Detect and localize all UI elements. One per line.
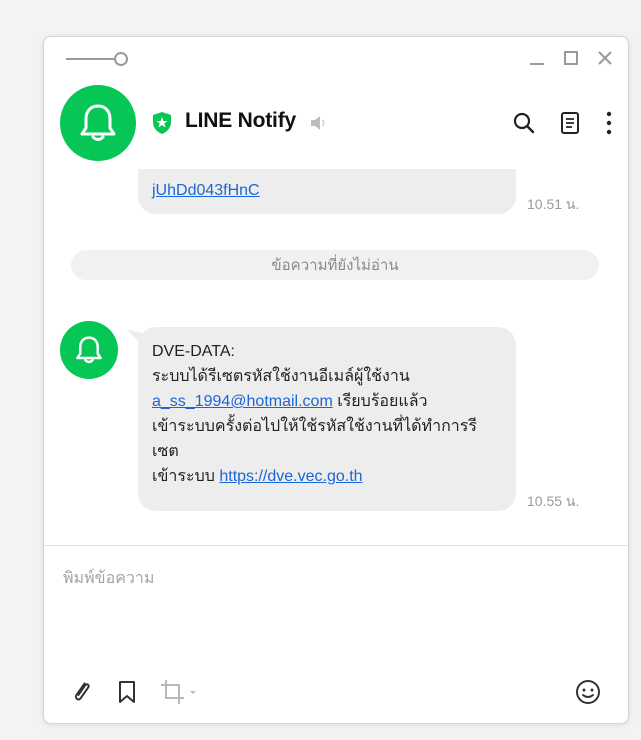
chat-header: LINE Notify (44, 79, 628, 169)
verified-shield-icon (153, 112, 171, 134)
message-text: เข้าระบบ (152, 468, 220, 485)
unread-divider: ข้อความที่ยังไม่อ่าน (71, 250, 599, 280)
title-bar (44, 37, 628, 79)
url-link[interactable]: https://dve.vec.go.th (219, 468, 362, 485)
avatar[interactable] (60, 85, 136, 161)
message-input[interactable]: พิมพ์ข้อความ (44, 546, 628, 723)
maximize-icon[interactable] (562, 49, 580, 67)
message-text: เรียบร้อยแล้ว (332, 393, 428, 410)
crop-icon[interactable] (159, 678, 201, 706)
attach-icon[interactable] (68, 678, 96, 706)
message-time: 10.51 น. (527, 196, 580, 212)
message-list[interactable]: jUhDd043fHnC 10.51 น. ข้อความที่ยังไม่อ่… (44, 169, 628, 545)
message-line: เข้าระบบครั้งต่อไปให้ใช้รหัสใช้งานที่ได้… (152, 418, 477, 435)
message-line: a_ss_1994@hotmail.com เรียบร้อยแล้ว (152, 389, 502, 414)
bookmark-icon[interactable] (113, 678, 141, 706)
speaker-muted-icon (311, 116, 325, 130)
chat-title: LINE Notify (185, 109, 296, 132)
message-input-placeholder: พิมพ์ข้อความ (63, 570, 155, 587)
email-link[interactable]: a_ss_1994@hotmail.com (152, 393, 333, 410)
message-link[interactable]: jUhDd043fHnC (152, 178, 260, 203)
pin-icon[interactable] (66, 50, 130, 68)
bell-icon (76, 336, 102, 364)
minimize-icon[interactable] (528, 49, 546, 67)
notes-icon[interactable] (557, 110, 583, 136)
bell-icon (80, 104, 116, 141)
close-icon[interactable] (596, 49, 614, 67)
emoji-icon[interactable] (574, 678, 602, 706)
chat-window: LINE Notify jUhDd043fHnC 10.51 น. ข้อควา… (43, 36, 629, 724)
message-line: DVE-DATA: (152, 343, 235, 360)
message-line: เข้าระบบ https://dve.vec.go.th (152, 464, 502, 489)
message-line: เซต (152, 443, 179, 460)
sender-avatar[interactable] (60, 321, 118, 379)
message-line: ระบบได้รีเซตรหัสใช้งานอีเมล์ผู้ใช้งาน (152, 368, 410, 385)
search-icon[interactable] (511, 110, 537, 136)
message-time: 10.55 น. (527, 493, 580, 509)
message-bubble: DVE-DATA: ระบบได้รีเซตรหัสใช้งานอีเมล์ผู… (138, 327, 516, 511)
message-bubble: jUhDd043fHnC (138, 169, 516, 214)
more-icon[interactable] (596, 110, 622, 136)
